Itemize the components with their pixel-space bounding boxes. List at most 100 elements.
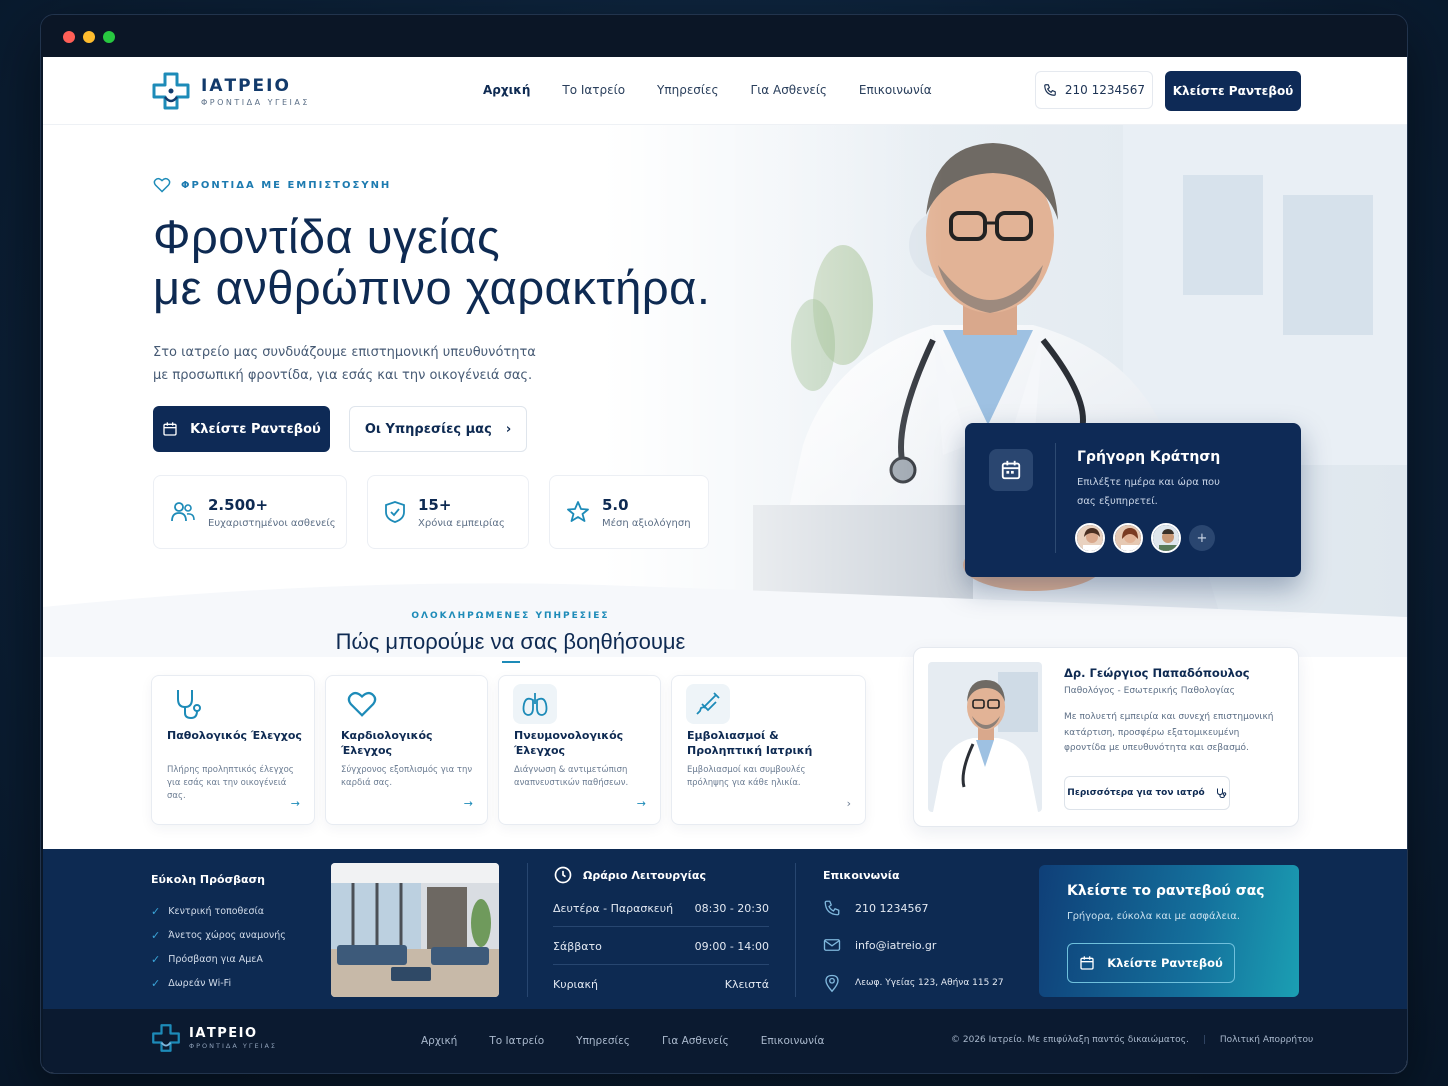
arrow-right-icon[interactable]: →: [291, 797, 300, 810]
contact-address-text: Λεωφ. Υγείας 123, Αθήνα 115 27: [855, 978, 1004, 988]
access-list: ✓ Κεντρική τοποθεσία ✓ Άνετος χώρος αναμον…: [151, 899, 286, 995]
service-text: Σύγχρονος εξοπλισμός για την καρδιά σας.: [341, 765, 473, 788]
hero-book-label: Κλείστε Ραντεβού: [190, 421, 321, 437]
stat-patients-label: Ευχαριστημένοι ασθενείς: [208, 517, 336, 529]
nav-contact[interactable]: Επικοινωνία: [859, 83, 932, 97]
hours-time: Κλειστά: [724, 977, 769, 991]
heart-icon: [153, 177, 171, 193]
doctor-more-button[interactable]: Περισσότερα για τον ιατρό: [1064, 776, 1230, 810]
doctor-role: Παθολόγος - Εσωτερικής Παθολογίας: [1064, 686, 1235, 696]
cta-box-title: Κλείστε το ραντεβού σας: [1067, 883, 1265, 899]
nav-home[interactable]: Αρχική: [483, 83, 530, 97]
hours-day: Δευτέρα - Παρασκευή: [553, 902, 674, 915]
avatar[interactable]: [1113, 523, 1143, 553]
contact-address[interactable]: Λεωφ. Υγείας 123, Αθήνα 115 27: [823, 973, 1004, 993]
stethoscope-icon: [166, 684, 210, 724]
service-title: Πνευμονολογικός Έλεγχος: [514, 729, 624, 757]
hero-title: Φροντίδα υγείας με ανθρώπινο χαρακτήρα.: [153, 211, 710, 313]
service-card-cardiology[interactable]: Καρδιολογικός Έλεγχος Σύγχρονος εξοπλισμ…: [325, 675, 488, 825]
service-text: Διάγνωση & αντιμετώπιση αναπνευστικών πα…: [514, 765, 629, 788]
contact-email-text: info@iatreio.gr: [855, 938, 937, 952]
waiting-room-photo: [331, 863, 499, 997]
footer-logo-name: ΙΑΤΡΕΙΟ: [189, 1026, 258, 1041]
star-icon: [567, 501, 589, 522]
chevron-right-icon[interactable]: ›: [847, 797, 851, 810]
avatar[interactable]: [1151, 523, 1181, 553]
minimize-window-button[interactable]: [83, 31, 95, 43]
site-logo[interactable]: ΙΑΤΡΕΙΟ ΦΡΟΝΤΙΔΑ ΥΓΕΙΑΣ: [151, 71, 310, 111]
stat-rating-label: Μέση αξιολόγηση: [602, 517, 691, 529]
check-icon: ✓: [151, 928, 161, 942]
calendar-icon: [1080, 956, 1094, 970]
nav-services[interactable]: Υπηρεσίες: [657, 83, 718, 97]
cta-box-subtitle: Γρήγορα, εύκολα και με ασφάλεια.: [1067, 911, 1241, 922]
browser-window: ΙΑΤΡΕΙΟ ΦΡΟΝΤΙΔΑ ΥΓΕΙΑΣ Αρχική Το Ιατρεί…: [40, 14, 1408, 1074]
logo-name: ΙΑΤΡΕΙΟ: [201, 75, 291, 96]
clock-icon: [554, 866, 572, 884]
doctor-more-label: Περισσότερα για τον ιατρό: [1067, 788, 1205, 798]
lungs-icon: [513, 684, 557, 724]
list-item: ✓ Πρόσβαση για ΑμεΑ: [151, 947, 286, 971]
footer-nav-contact[interactable]: Επικοινωνία: [761, 1035, 825, 1047]
footer-divider: |: [1202, 1035, 1206, 1045]
services-title-underline: [502, 661, 520, 663]
nav-patients[interactable]: Για Ασθενείς: [751, 83, 827, 97]
heart-icon: [340, 684, 384, 724]
mail-icon: [823, 939, 841, 951]
hours-row: Δευτέρα - Παρασκευή 08:30 - 20:30: [553, 891, 769, 927]
medical-cross-logo-icon: [152, 1024, 180, 1052]
hero-services-button[interactable]: Οι Υπηρεσίες μας ›: [349, 406, 527, 452]
calendar-icon: [989, 449, 1033, 491]
avatar[interactable]: [1075, 523, 1105, 553]
service-title: Εμβολιασμοί & Προληπτική Ιατρική: [687, 729, 813, 757]
footer-privacy-link[interactable]: Πολιτική Απορρήτου: [1220, 1035, 1313, 1045]
quick-booking-card[interactable]: Γρήγορη Κράτηση Επιλέξτε ημέρα και ώρα π…: [965, 423, 1301, 577]
service-card-pathology[interactable]: Παθολογικός Έλεγχος Πλήρης προληπτικός έ…: [151, 675, 315, 825]
header-book-button[interactable]: Κλείστε Ραντεβού: [1165, 71, 1301, 111]
footer-nav-services[interactable]: Υπηρεσίες: [576, 1035, 630, 1047]
service-card-pulmonology[interactable]: Πνευμονολογικός Έλεγχος Διάγνωση & αντιμ…: [498, 675, 661, 825]
contact-title: Επικοινωνία: [823, 869, 900, 882]
hero-title-line2: με ανθρώπινο χαρακτήρα.: [153, 261, 711, 314]
cta-box-book-button[interactable]: Κλείστε Ραντεβού: [1067, 943, 1235, 983]
main-nav: Αρχική Το Ιατρείο Υπηρεσίες Για Ασθενείς…: [483, 83, 932, 97]
contact-email[interactable]: info@iatreio.gr: [823, 937, 936, 953]
more-doctors-button[interactable]: +: [1189, 525, 1215, 551]
footer-nav-home[interactable]: Αρχική: [421, 1035, 457, 1047]
access-item-label: Κεντρική τοποθεσία: [168, 905, 265, 917]
hero-book-button[interactable]: Κλείστε Ραντεβού: [153, 406, 330, 452]
arrow-right-icon[interactable]: →: [464, 797, 473, 810]
footer-nav: Αρχική Το Ιατρείο Υπηρεσίες Για Ασθενείς…: [421, 1035, 824, 1047]
phone-icon: [1044, 84, 1056, 96]
webpage: ΙΑΤΡΕΙΟ ΦΡΟΝΤΙΔΑ ΥΓΕΙΑΣ Αρχική Το Ιατρεί…: [43, 57, 1407, 1073]
arrow-right-icon[interactable]: →: [637, 797, 646, 810]
hours-heading: Ωράριο Λειτουργίας: [553, 865, 706, 885]
hours-day: Σάββατο: [553, 940, 602, 953]
booking-cta-box: Κλείστε το ραντεβού σας Γρήγορα, εύκολα …: [1039, 865, 1299, 997]
services-title: Πώς μπορούμε να σας βοηθήσουμε: [335, 629, 686, 654]
calendar-icon: [163, 422, 177, 436]
booking-title: Γρήγορη Κράτηση: [1077, 449, 1221, 465]
access-item-label: Πρόσβαση για ΑμεΑ: [168, 953, 263, 965]
service-text: Εμβολιασμοί και συμβουλές πρόληψης για κ…: [687, 765, 806, 788]
hours-row: Κυριακή Κλειστά: [553, 966, 769, 1002]
maximize-window-button[interactable]: [103, 31, 115, 43]
strip-divider: [527, 863, 528, 997]
users-icon: [171, 502, 195, 522]
booking-divider: [1055, 443, 1056, 553]
footer-logo[interactable]: ΙΑΤΡΕΙΟ ΦΡΟΝΤΙΔΑ ΥΓΕΙΑΣ: [151, 1023, 277, 1053]
strip-divider: [795, 863, 796, 997]
stat-patients: 2.500+ Ευχαριστημένοι ασθενείς: [153, 475, 347, 549]
check-icon: ✓: [151, 976, 161, 990]
check-icon: ✓: [151, 952, 161, 966]
footer-nav-patients[interactable]: Για Ασθενείς: [662, 1035, 729, 1047]
location-pin-icon: [825, 974, 839, 993]
service-card-vaccination[interactable]: Εμβολιασμοί & Προληπτική Ιατρική Εμβολια…: [671, 675, 866, 825]
footer-nav-clinic[interactable]: Το Ιατρείο: [489, 1035, 544, 1047]
close-window-button[interactable]: [63, 31, 75, 43]
nav-clinic[interactable]: Το Ιατρείο: [562, 83, 625, 97]
access-item-label: Άνετος χώρος αναμονής: [168, 929, 286, 941]
header-phone-button[interactable]: 210 1234567: [1035, 71, 1153, 109]
contact-phone[interactable]: 210 1234567: [823, 899, 928, 917]
hours-time: 08:30 - 20:30: [694, 902, 769, 915]
